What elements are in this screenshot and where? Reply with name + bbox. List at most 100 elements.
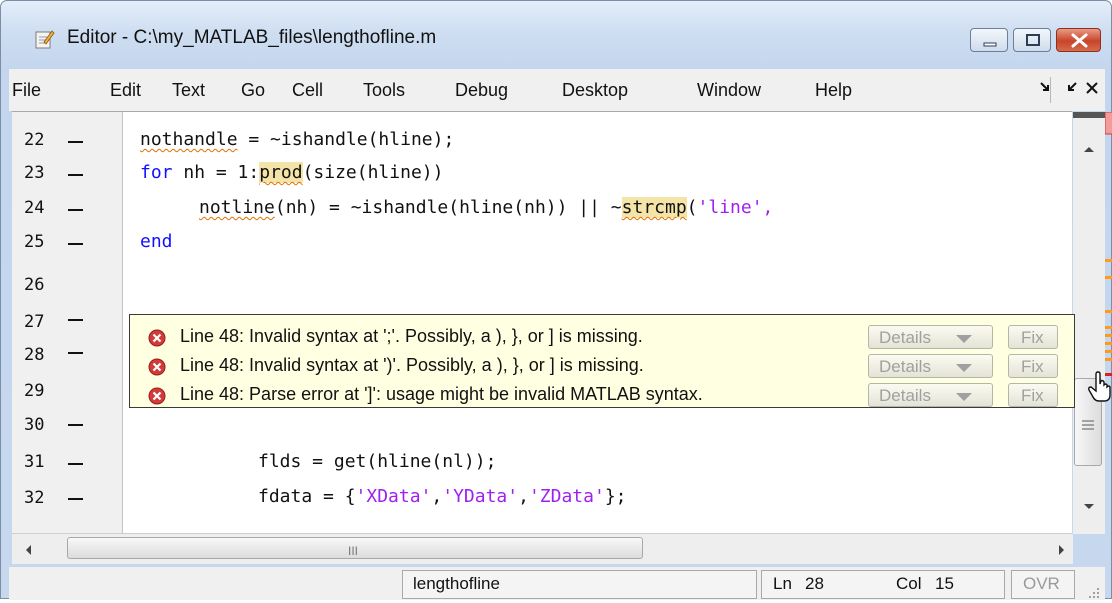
scroll-right-arrow-icon[interactable] <box>1058 543 1066 561</box>
scroll-up-arrow-icon[interactable] <box>1083 140 1095 158</box>
horizontal-scroll-thumb[interactable]: III <box>67 537 643 559</box>
fix-button[interactable]: Fix <box>1008 325 1058 349</box>
fix-label: Fix <box>1021 328 1044 347</box>
line-number: 24 <box>24 198 45 218</box>
code-line-24[interactable]: notline(nh) = ~ishandle(hline(nh)) || ~s… <box>199 197 773 218</box>
editor-app-icon <box>35 29 55 49</box>
scroll-down-arrow-icon[interactable] <box>1083 498 1095 516</box>
analyzer-message: Line 48: Parse error at ']': usage might… <box>130 380 1074 408</box>
message-text: Line 48: Invalid syntax at ')'. Possibly… <box>180 355 644 375</box>
details-button[interactable]: Details <box>868 325 993 349</box>
breakpoint-dash[interactable] <box>68 141 83 143</box>
analyzer-message: Line 48: Invalid syntax at ';'. Possibly… <box>130 322 1074 350</box>
line-number: 26 <box>24 275 45 295</box>
overwrite-mode: OVR <box>1023 574 1060 593</box>
error-icon <box>148 358 166 381</box>
menu-help[interactable]: Help <box>815 80 852 101</box>
minimize-button[interactable] <box>970 28 1008 52</box>
details-label: Details <box>879 328 931 347</box>
ln-label: Ln <box>773 574 792 593</box>
dropdown-arrow-icon <box>956 364 972 372</box>
title-bar[interactable]: Editor - C:\my_MATLAB_files\lengthofline… <box>1 1 1111 59</box>
breakpoint-dash[interactable] <box>68 174 83 176</box>
message-indicator-bar[interactable] <box>1104 111 1112 534</box>
col-value: 15 <box>935 574 954 593</box>
error-icon <box>148 329 166 352</box>
line-number: 23 <box>24 163 45 183</box>
breakpoint-dash[interactable] <box>68 319 83 321</box>
line-number: 31 <box>24 452 45 472</box>
breakpoint-dash[interactable] <box>68 352 83 354</box>
ln-value: 28 <box>805 574 824 593</box>
menu-file[interactable]: File <box>12 80 41 101</box>
close-icon <box>1071 33 1088 48</box>
function-name-field: lengthofline <box>402 570 757 599</box>
fix-label: Fix <box>1021 357 1044 376</box>
line-number-gutter: 22 23 24 25 26 27 28 29 30 31 32 <box>12 112 122 534</box>
message-text: Line 48: Parse error at ']': usage might… <box>180 384 703 404</box>
menu-edit[interactable]: Edit <box>110 80 141 101</box>
code-line-31[interactable]: flds = get(hline(nl)); <box>258 451 496 472</box>
code-line-22[interactable]: nothandle = ~ishandle(hline); <box>140 129 454 150</box>
scroll-grip-icon <box>1082 417 1094 435</box>
line-number: 22 <box>24 130 45 150</box>
fix-label: Fix <box>1021 386 1044 405</box>
col-label: Col <box>896 574 922 593</box>
line-number: 32 <box>24 488 45 508</box>
status-bar: lengthofline Ln 28 Col 15 OVR <box>9 567 1105 600</box>
message-marker-icon <box>1104 111 1112 376</box>
scroll-left-arrow-icon[interactable] <box>24 543 32 561</box>
fix-button[interactable]: Fix <box>1008 354 1058 378</box>
resize-grip-icon[interactable] <box>1087 585 1101 603</box>
breakpoint-dash[interactable] <box>68 243 83 245</box>
vertical-scrollbar[interactable] <box>1073 112 1105 534</box>
menu-debug[interactable]: Debug <box>455 80 508 101</box>
breakpoint-dash[interactable] <box>68 424 83 426</box>
restore-icon[interactable] <box>1066 81 1078 100</box>
breakpoint-dash[interactable] <box>68 209 83 211</box>
close-button[interactable] <box>1056 28 1101 52</box>
line-number: 25 <box>24 232 45 252</box>
cursor-position-field: Ln 28 Col 15 <box>761 570 1005 599</box>
maximize-icon <box>1026 34 1040 46</box>
window-title: Editor - C:\my_MATLAB_files\lengthofline… <box>67 27 437 48</box>
code-line-32[interactable]: fdata = {'XData','YData','ZData'}; <box>258 486 627 507</box>
menu-go[interactable]: Go <box>241 80 265 101</box>
scrollbar-top-strip <box>1073 112 1105 118</box>
scroll-grip-label: III <box>348 544 359 558</box>
horizontal-scrollbar[interactable]: III <box>12 533 1073 564</box>
close-doc-icon[interactable] <box>1085 81 1099 100</box>
menu-cell[interactable]: Cell <box>292 80 323 101</box>
details-label: Details <box>879 386 931 405</box>
details-label: Details <box>879 357 931 376</box>
message-text: Line 48: Invalid syntax at ';'. Possibly… <box>180 326 643 346</box>
maximize-button[interactable] <box>1013 28 1051 52</box>
fix-button[interactable]: Fix <box>1008 383 1058 407</box>
line-number: 30 <box>24 415 45 435</box>
menu-window[interactable]: Window <box>697 80 761 101</box>
analyzer-message: Line 48: Invalid syntax at ')'. Possibly… <box>130 351 1074 379</box>
editor-window: Editor - C:\my_MATLAB_files\lengthofline… <box>0 0 1112 600</box>
line-number: 29 <box>24 381 45 401</box>
line-number: 27 <box>24 312 45 332</box>
code-line-25[interactable]: end <box>140 231 173 252</box>
error-icon <box>148 387 166 410</box>
menu-bar: File Edit Text Go Cell Tools Debug Deskt… <box>9 69 1105 111</box>
dropdown-arrow-icon <box>956 335 972 343</box>
code-line-23[interactable]: for nh = 1:prod(size(hline)) <box>140 162 443 183</box>
menu-separator <box>1050 77 1051 103</box>
details-button[interactable]: Details <box>868 383 993 407</box>
code-analyzer-popup: Line 48: Invalid syntax at ';'. Possibly… <box>129 314 1075 408</box>
overwrite-mode-field: OVR <box>1011 570 1075 599</box>
menu-text[interactable]: Text <box>172 80 205 101</box>
details-button[interactable]: Details <box>868 354 993 378</box>
function-name: lengthofline <box>413 574 500 593</box>
menu-tools[interactable]: Tools <box>363 80 405 101</box>
breakpoint-dash[interactable] <box>68 463 83 465</box>
gutter-separator <box>122 112 123 534</box>
dropdown-arrow-icon <box>956 393 972 401</box>
hand-cursor-icon <box>1088 371 1111 402</box>
menu-desktop[interactable]: Desktop <box>562 80 628 101</box>
breakpoint-dash[interactable] <box>68 498 83 500</box>
minimize-icon <box>983 42 997 47</box>
